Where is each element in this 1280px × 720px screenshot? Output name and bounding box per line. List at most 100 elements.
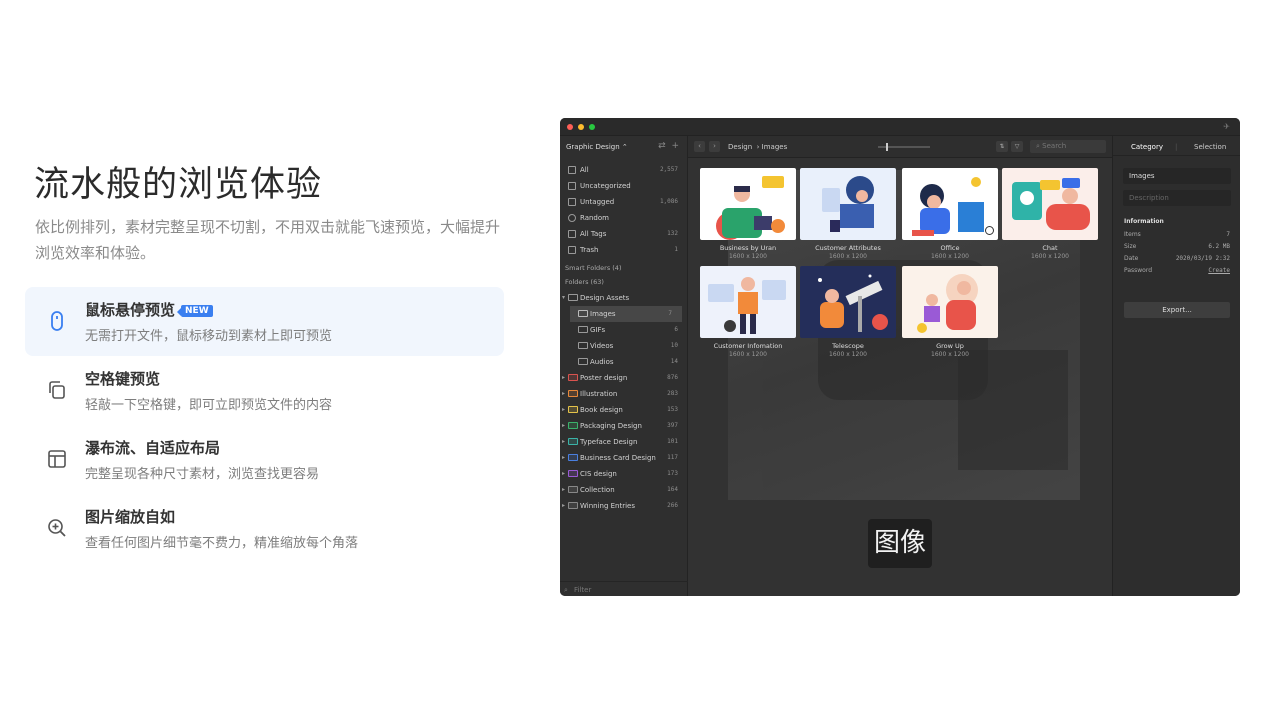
image-thumbnail[interactable] bbox=[800, 266, 896, 338]
image-thumbnail[interactable] bbox=[1002, 168, 1098, 240]
folder-label: Images bbox=[590, 310, 616, 318]
folder-icon bbox=[578, 310, 588, 317]
folder-count: 101 bbox=[667, 438, 678, 445]
feature-title: 图片缩放自如 bbox=[85, 506, 175, 527]
maximize-window-button[interactable] bbox=[589, 124, 595, 130]
sidebar-item-all[interactable]: All2,557 bbox=[560, 162, 688, 178]
chevron-right-icon[interactable]: ▸ bbox=[562, 390, 565, 397]
sidebar-item-label: Uncategorized bbox=[580, 182, 631, 190]
sidebar-item-untagged[interactable]: Untagged1,086 bbox=[560, 194, 688, 210]
tab-category[interactable]: Category bbox=[1131, 143, 1163, 151]
info-title: Information bbox=[1124, 218, 1164, 225]
folder-item[interactable]: ▸Illustration283 bbox=[560, 386, 688, 402]
folder-label: Poster design bbox=[580, 374, 627, 382]
breadcrumb-images[interactable]: Images bbox=[762, 143, 788, 151]
image-thumbnail[interactable] bbox=[700, 168, 796, 240]
close-window-button[interactable] bbox=[567, 124, 573, 130]
feature-space-preview[interactable]: 空格键预览 轻敲一下空格键，即可立即预览文件的内容 bbox=[25, 356, 504, 425]
minimize-window-button[interactable] bbox=[578, 124, 584, 130]
random-icon bbox=[568, 214, 576, 222]
folder-item[interactable]: ▸Packaging Design397 bbox=[560, 418, 688, 434]
tab-selection[interactable]: Selection bbox=[1194, 143, 1226, 151]
info-key: Password bbox=[1124, 267, 1152, 274]
uncategorized-icon bbox=[568, 182, 576, 190]
sort-button[interactable]: ⇅ bbox=[996, 141, 1008, 152]
zoom-slider-knob[interactable] bbox=[886, 143, 888, 151]
folder-item[interactable]: ▸Collection164 bbox=[560, 482, 688, 498]
folder-design-assets[interactable]: ▾Design Assets bbox=[560, 290, 688, 306]
sidebar-item-random[interactable]: Random bbox=[560, 210, 688, 226]
folder-item[interactable]: ▸Poster design876 bbox=[560, 370, 688, 386]
trash-icon bbox=[568, 246, 576, 254]
folder-icon bbox=[568, 486, 578, 493]
zoom-slider[interactable] bbox=[878, 146, 930, 148]
library-name: Graphic Design bbox=[566, 143, 620, 151]
folder-item[interactable]: ▸CIS design173 bbox=[560, 466, 688, 482]
chevron-right-icon[interactable]: ▸ bbox=[562, 486, 565, 493]
folder-item[interactable]: ▸Winning Entries266 bbox=[560, 498, 688, 514]
folder-gifs[interactable]: GIFs6 bbox=[560, 322, 688, 338]
folder-count: 10 bbox=[671, 342, 678, 349]
chevron-right-icon[interactable]: ▸ bbox=[562, 502, 565, 509]
feature-title: 鼠标悬停预览 bbox=[85, 301, 175, 319]
image-name: Customer Attributes bbox=[800, 244, 896, 252]
name-field[interactable]: Images bbox=[1123, 168, 1231, 184]
chevron-right-icon[interactable]: ▸ bbox=[562, 422, 565, 429]
sidebar-item-count: 1,086 bbox=[660, 198, 678, 205]
sidebar-item-uncategorized[interactable]: Uncategorized bbox=[560, 178, 688, 194]
description-field[interactable]: Description bbox=[1123, 190, 1231, 206]
export-button[interactable]: Export... bbox=[1124, 302, 1230, 318]
feature-hover-preview[interactable]: 鼠标悬停预览NEW 无需打开文件，鼠标移动到素材上即可预览 bbox=[25, 287, 504, 356]
filter-icon[interactable]: ▽ bbox=[1011, 141, 1023, 152]
folder-icon bbox=[568, 406, 578, 413]
sidebar-item-trash[interactable]: Trash1 bbox=[560, 242, 688, 258]
folder-label: Winning Entries bbox=[580, 502, 635, 510]
smart-folders-header[interactable]: Smart Folders (4) bbox=[565, 264, 621, 272]
back-button[interactable]: ‹ bbox=[694, 141, 705, 152]
image-dimensions: 1600 x 1200 bbox=[800, 351, 896, 358]
folder-item[interactable]: ▸ Typeface Design 101 bbox=[560, 434, 688, 450]
sidebar-item-count: 2,557 bbox=[660, 166, 678, 173]
feature-waterfall-layout[interactable]: 瀑布流、自适应布局 完整呈现各种尺寸素材，浏览查找更容易 bbox=[25, 425, 504, 494]
folder-item[interactable]: ▸Business Card Design117 bbox=[560, 450, 688, 466]
pin-icon[interactable]: ✈ bbox=[1223, 122, 1230, 131]
tag-icon bbox=[568, 230, 576, 238]
breadcrumb-design[interactable]: Design bbox=[728, 143, 752, 151]
info-key: Size bbox=[1124, 243, 1136, 250]
info-value: 2020/03/19 2:32 bbox=[1176, 255, 1230, 262]
chevron-right-icon[interactable]: ▸ bbox=[562, 374, 565, 381]
search-input[interactable]: ⌕ Search bbox=[1030, 140, 1106, 153]
folder-count: 117 bbox=[667, 454, 678, 461]
folder-images[interactable]: Images7 bbox=[570, 306, 682, 322]
swap-icon[interactable]: ⇄ bbox=[658, 141, 666, 151]
folder-videos[interactable]: Videos10 bbox=[560, 338, 688, 354]
chevron-right-icon[interactable]: ▸ bbox=[562, 470, 565, 477]
sidebar-item-all-tags[interactable]: All Tags132 bbox=[560, 226, 688, 242]
chevron-right-icon[interactable]: ▸ bbox=[562, 438, 565, 445]
filter-bar[interactable]: ⌕Filter bbox=[560, 581, 688, 596]
folders-header[interactable]: Folders (63) bbox=[565, 278, 604, 286]
image-name: Customer Infomation bbox=[700, 342, 796, 350]
image-dimensions: 1600 x 1200 bbox=[902, 253, 998, 260]
page: 流水般的浏览体验 依比例排列，素材完整呈现不切割，不用双击就能飞速预览，大幅提升… bbox=[0, 0, 1280, 720]
chevron-down-icon[interactable]: ▾ bbox=[562, 294, 565, 301]
chevron-right-icon[interactable]: ▸ bbox=[562, 406, 565, 413]
folder-label: Typeface Design bbox=[580, 438, 637, 446]
image-thumbnail[interactable] bbox=[700, 266, 796, 338]
folder-item[interactable]: ▸Book design153 bbox=[560, 402, 688, 418]
folder-icon bbox=[568, 470, 578, 477]
add-icon[interactable]: + bbox=[671, 141, 679, 151]
image-thumbnail[interactable] bbox=[902, 266, 998, 338]
image-thumbnail[interactable] bbox=[902, 168, 998, 240]
folder-audios[interactable]: Audios14 bbox=[560, 354, 688, 370]
image-thumbnail[interactable] bbox=[800, 168, 896, 240]
feature-desc: 无需打开文件，鼠标移动到素材上即可预览 bbox=[85, 325, 332, 344]
library-switcher[interactable]: Graphic Design ⌃ bbox=[566, 143, 628, 151]
forward-button[interactable]: › bbox=[709, 141, 720, 152]
chevron-right-icon[interactable]: ▸ bbox=[562, 454, 565, 461]
create-password-link[interactable]: Create bbox=[1208, 267, 1230, 274]
feature-zoom[interactable]: 图片缩放自如 查看任何图片细节毫不费力，精准缩放每个角落 bbox=[25, 494, 504, 563]
feature-title: 瀑布流、自适应布局 bbox=[85, 437, 220, 458]
filter-input[interactable]: Filter bbox=[574, 586, 591, 594]
thumbnail-art bbox=[1002, 168, 1098, 240]
